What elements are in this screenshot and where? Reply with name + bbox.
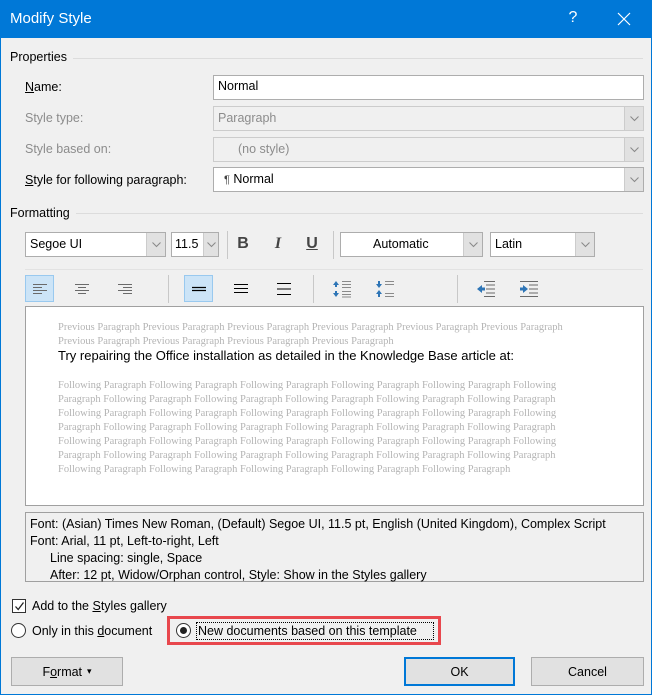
font-size-select[interactable]: 11.5	[171, 232, 219, 257]
ok-button[interactable]: OK	[404, 657, 515, 686]
style-following-label: Style for following paragraph:	[25, 173, 187, 187]
close-icon	[617, 12, 631, 26]
align-left-button[interactable]	[25, 275, 54, 302]
align-right-button[interactable]	[110, 275, 139, 302]
following-paragraph-text: Following Paragraph Following Paragraph …	[58, 380, 557, 475]
only-this-document-post: ocument	[104, 624, 153, 638]
increase-indent-button[interactable]	[514, 275, 543, 302]
add-to-gallery-accel: S	[92, 599, 101, 613]
help-button[interactable]: ?	[563, 9, 583, 27]
style-following-select[interactable]: ¶ Normal	[213, 167, 644, 192]
style-description: Font: (Asian) Times New Roman, (Default)…	[25, 512, 644, 582]
line-spacing-double-button[interactable]	[269, 275, 298, 302]
style-based-on-label: Style based on:	[25, 142, 112, 156]
format-label-pre: F	[42, 664, 51, 679]
font-name-value: Segoe UI	[30, 237, 83, 251]
chevron-down-icon	[624, 168, 643, 191]
underline-button[interactable]: U	[301, 235, 323, 253]
increase-indent-icon	[519, 280, 538, 297]
chevron-down-icon	[624, 107, 643, 130]
only-this-document-radio[interactable]	[11, 623, 26, 638]
chevron-down-icon	[203, 233, 218, 256]
formatting-divider	[11, 213, 643, 214]
format-label-accel: o	[50, 664, 58, 679]
bold-button[interactable]: B	[232, 235, 254, 253]
description-line: Line spacing: single, Space	[50, 551, 203, 565]
style-following-value: Normal	[233, 172, 274, 186]
toolbar-separator	[227, 231, 228, 259]
close-button[interactable]	[613, 8, 635, 30]
chevron-down-icon	[575, 233, 594, 256]
decrease-indent-icon	[476, 280, 495, 297]
properties-group-label: Properties	[10, 50, 73, 64]
name-label-rest: ame:	[34, 80, 62, 94]
modify-style-dialog: Modify Style ? Properties Name: Normal S…	[0, 0, 652, 695]
dialog-title: Modify Style	[10, 10, 92, 27]
add-to-gallery-post: tyles gallery	[100, 599, 167, 613]
font-color-select[interactable]: Automatic	[340, 232, 483, 257]
style-type-label: Style type:	[25, 111, 84, 125]
align-left-icon	[32, 283, 47, 294]
align-right-icon	[117, 283, 132, 294]
line-spacing-one-half-button[interactable]	[226, 275, 255, 302]
one-half-spacing-icon	[233, 284, 248, 293]
font-name-select[interactable]: Segoe UI	[25, 232, 166, 257]
cancel-button[interactable]: Cancel	[531, 657, 644, 686]
format-label-post: rmat	[57, 664, 83, 679]
italic-button[interactable]: I	[267, 235, 289, 253]
align-center-button[interactable]	[67, 275, 96, 302]
increase-spacing-icon	[332, 280, 351, 297]
script-select[interactable]: Latin	[490, 232, 595, 257]
only-this-document-label[interactable]: Only in this document	[32, 624, 152, 638]
style-based-on-select[interactable]: (no style)	[213, 137, 644, 162]
format-button[interactable]: Fo rmat ▾	[11, 657, 123, 686]
script-value: Latin	[495, 237, 523, 251]
style-based-on-value: (no style)	[238, 142, 290, 156]
description-line: Font: (Asian) Times New Roman, (Default)…	[30, 517, 606, 531]
properties-divider	[11, 58, 643, 59]
name-label-accel: N	[25, 80, 35, 94]
decrease-spacing-icon	[375, 280, 394, 297]
chevron-down-icon	[146, 233, 165, 256]
toolbar-separator	[457, 275, 458, 303]
description-line: Font: Arial, 11 pt, Left-to-right, Left	[30, 534, 219, 548]
double-spacing-icon	[276, 282, 291, 295]
caret-down-icon: ▾	[87, 666, 92, 676]
style-preview: Previous Paragraph Previous Paragraph Pr…	[25, 306, 644, 506]
title-bar: Modify Style ?	[1, 1, 651, 38]
add-to-gallery-checkbox[interactable]	[12, 599, 26, 613]
add-to-gallery-pre: Add to the	[32, 599, 93, 613]
toolbar-separator	[313, 275, 314, 303]
chevron-down-icon	[463, 233, 482, 256]
formatting-group-label: Formatting	[10, 206, 76, 220]
sample-paragraph-text: Try repairing the Office installation as…	[58, 348, 514, 363]
line-spacing-single-button[interactable]	[184, 275, 213, 302]
style-type-select[interactable]: Paragraph	[213, 106, 644, 131]
checkmark-icon	[15, 602, 25, 611]
add-to-gallery-label[interactable]: Add to the Styles gallery	[32, 599, 167, 613]
toolbar-separator	[168, 275, 169, 303]
new-documents-label[interactable]: New documents based on this template	[198, 624, 417, 638]
name-input[interactable]: Normal	[213, 75, 644, 100]
pilcrow-icon: ¶	[224, 174, 230, 186]
increase-paragraph-spacing-button[interactable]	[327, 275, 356, 302]
description-line: After: 12 pt, Widow/Orphan control, Styl…	[50, 568, 427, 582]
style-type-value: Paragraph	[218, 111, 277, 125]
chevron-down-icon	[624, 138, 643, 161]
font-size-value: 11.5	[175, 237, 199, 251]
toolbar-separator	[333, 231, 334, 259]
font-color-value: Automatic	[373, 237, 429, 251]
only-this-document-pre: Only in this	[32, 624, 98, 638]
decrease-paragraph-spacing-button[interactable]	[370, 275, 399, 302]
previous-paragraph-text: Previous Paragraph Previous Paragraph Pr…	[58, 322, 563, 347]
formatting-row-divider	[25, 269, 643, 270]
single-spacing-icon	[191, 286, 206, 291]
align-center-icon	[74, 283, 89, 294]
new-documents-radio[interactable]	[176, 623, 191, 638]
name-label: Name:	[25, 80, 62, 94]
style-following-label-rest: tyle for following paragraph:	[33, 173, 187, 187]
decrease-indent-button[interactable]	[471, 275, 500, 302]
